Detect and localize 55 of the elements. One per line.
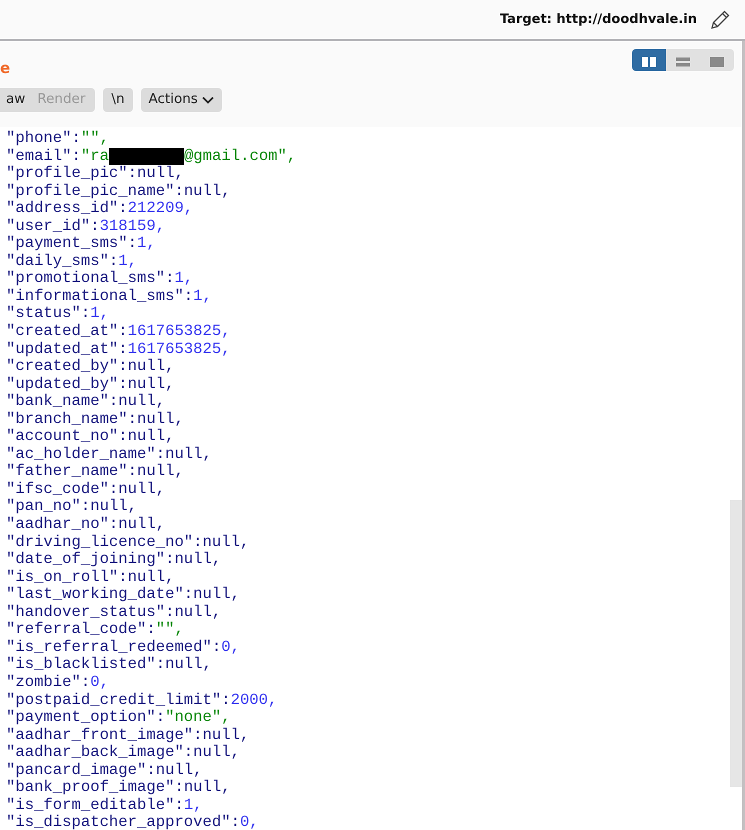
code-line: "daily_sms":1, bbox=[6, 252, 138, 270]
code-line: "ac_holder_name":null, bbox=[6, 446, 213, 464]
code-line-text: @gmail.com", bbox=[184, 146, 296, 165]
code-line: "payment_sms":1, bbox=[6, 235, 157, 253]
code-line: "bank_name":null, bbox=[6, 393, 166, 411]
code-line: "is_on_roll":null, bbox=[6, 568, 176, 586]
code-line-text: "email":"ra bbox=[6, 146, 109, 165]
code-line: "aadhar_back_image":null, bbox=[6, 744, 241, 762]
code-line: "is_blacklisted":null, bbox=[6, 656, 213, 674]
code-line: "father_name":null, bbox=[6, 463, 185, 481]
code-line: "referral_code":"", bbox=[6, 621, 185, 639]
layout-toggle-button[interactable] bbox=[632, 49, 666, 71]
code-line: "user_id":318159, bbox=[6, 218, 166, 236]
code-line: "ifsc_code":null, bbox=[6, 480, 166, 498]
code-line: "profile_pic":null, bbox=[6, 165, 185, 183]
code-line: "aadhar_no":null, bbox=[6, 516, 166, 534]
code-line: "created_at":1617653825, bbox=[6, 323, 232, 341]
code-line: "bank_proof_image":null, bbox=[6, 779, 232, 797]
code-line: "phone":"", bbox=[6, 130, 110, 148]
layout-toggle-button[interactable] bbox=[666, 49, 700, 71]
pencil-icon[interactable] bbox=[709, 8, 731, 30]
view-tab[interactable]: aw bbox=[0, 88, 32, 112]
code-line: "informational_sms":1, bbox=[6, 288, 213, 306]
code-line: "last_working_date":null, bbox=[6, 586, 241, 604]
code-line: "promotional_sms":1, bbox=[6, 270, 194, 288]
code-line: "account_no":null, bbox=[6, 428, 176, 446]
newline-toggle-button[interactable]: \n bbox=[103, 88, 132, 112]
code-line: "aadhar_front_image":null, bbox=[6, 726, 250, 744]
code-line: "payment_option":"none", bbox=[6, 709, 232, 727]
code-line: "is_referral_redeemed":0, bbox=[6, 638, 241, 656]
chevron-down-icon bbox=[202, 96, 214, 104]
code-line: "updated_by":null, bbox=[6, 376, 176, 394]
panel-title: e bbox=[0, 58, 12, 79]
code-line: "address_id":212209, bbox=[6, 200, 194, 218]
code-line: "is_dispatcher_approved":0, bbox=[6, 814, 260, 830]
code-line: "pancard_image":null, bbox=[6, 762, 204, 780]
target-label: Target: http://doodhvale.in bbox=[500, 10, 697, 29]
code-line: "updated_at":1617653825, bbox=[6, 340, 232, 358]
columns-icon bbox=[641, 56, 657, 68]
code-line: "postpaid_credit_limit":2000, bbox=[6, 692, 278, 710]
code-line: "handover_status":null, bbox=[6, 604, 222, 622]
code-line: "is_form_editable":1, bbox=[6, 796, 204, 814]
layout-toggle-button[interactable] bbox=[700, 49, 734, 71]
rows-icon bbox=[675, 56, 691, 68]
scrollbar-thumb[interactable] bbox=[730, 500, 742, 787]
code-line: "date_of_joining":null, bbox=[6, 551, 222, 569]
code-line: "zombie":0, bbox=[6, 674, 110, 692]
code-line: "profile_pic_name":null, bbox=[6, 182, 232, 200]
square-icon bbox=[709, 56, 725, 68]
code-line: "created_by":null, bbox=[6, 358, 176, 376]
actions-dropdown[interactable]: Actions bbox=[140, 88, 222, 112]
code-line: "pan_no":null, bbox=[6, 498, 138, 516]
code-line: "status":1, bbox=[6, 305, 110, 324]
code-line: "driving_licence_no":null, bbox=[6, 534, 250, 552]
code-line: "branch_name":null, bbox=[6, 410, 185, 428]
